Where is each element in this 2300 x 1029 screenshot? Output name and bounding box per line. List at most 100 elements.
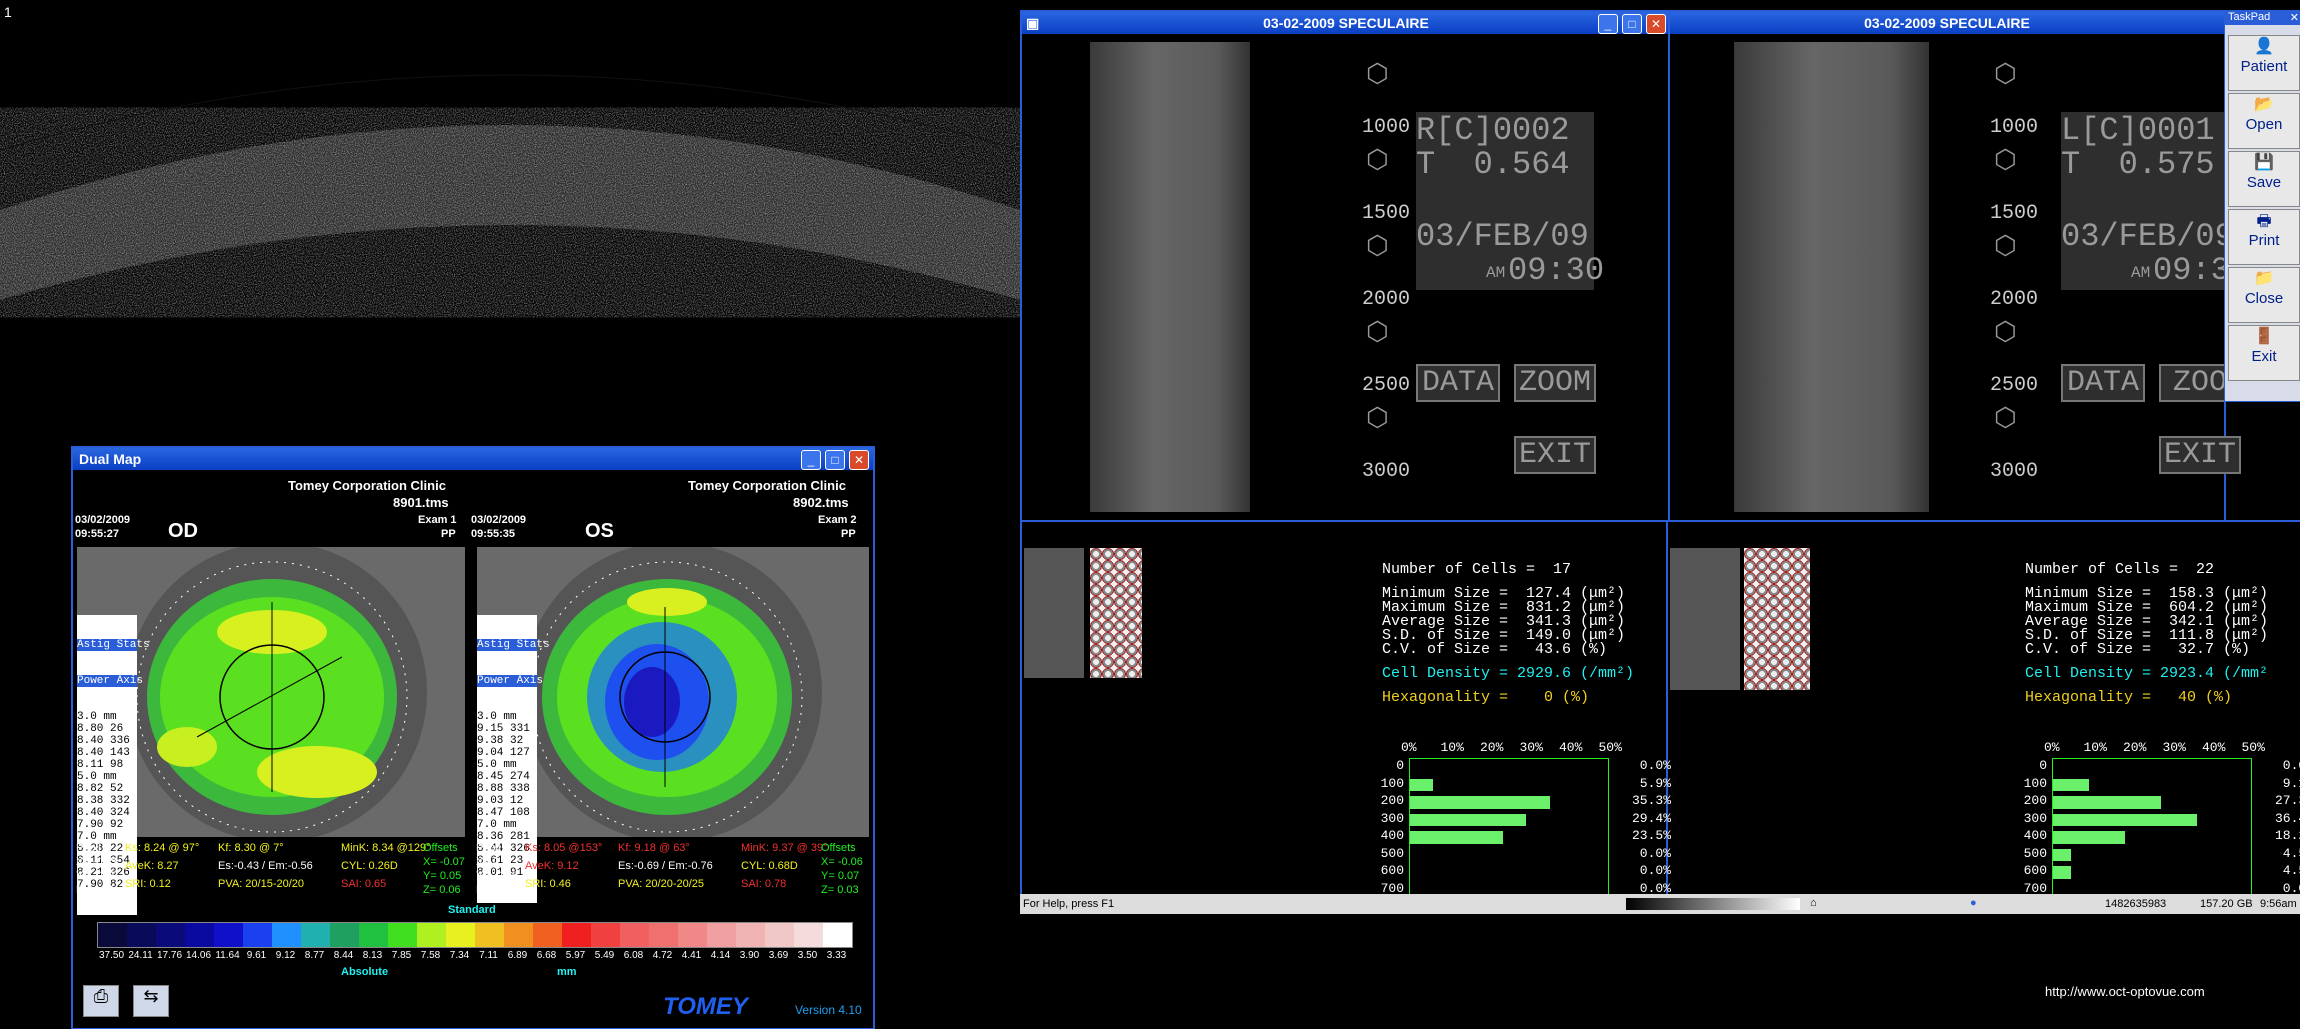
taskpad-button-label: Open: [2245, 116, 2283, 133]
astig-row: 7.90 92: [77, 819, 124, 831]
user-icon: ●: [1970, 897, 1977, 909]
hex-density-label: 1500: [1989, 202, 2038, 225]
pupil-x-right: X= 0.11: [476, 856, 514, 868]
hex-cell-icon: ⬡: [1366, 230, 1389, 260]
export-map-icon[interactable]: ⇆: [133, 985, 169, 1017]
standard-label: Standard: [448, 904, 496, 916]
astig-row: 8.88 338: [477, 783, 530, 795]
pupil-label-left: Pupil: [76, 842, 101, 854]
clinic-name-right: Tomey Corporation Clinic: [688, 478, 846, 493]
offset-y-right: Y= 0.07: [821, 870, 860, 882]
astig-row: 9.03 12: [477, 795, 524, 807]
zoom-button[interactable]: ZOOM: [1514, 364, 1596, 402]
scale-value: 8.44: [333, 950, 354, 961]
scale-value: 7.58: [420, 950, 441, 961]
ks-right: Ks: 8.05 @153°: [525, 842, 603, 854]
taskpad-title: TaskPad: [2225, 11, 2300, 25]
network-icon: ⌂: [1810, 897, 1817, 909]
taskpad-save-button[interactable]: 💾 Save: [2228, 151, 2300, 207]
lcd-ampm: AM: [1486, 264, 1506, 282]
pupil-d-right: D= 3.16: [476, 884, 515, 896]
taskpad-print-button[interactable]: 🖶 Print: [2228, 209, 2300, 265]
exit-button[interactable]: EXIT: [2159, 436, 2241, 474]
status-time: 9:56am: [2260, 898, 2297, 910]
maximize-button[interactable]: □: [825, 450, 845, 470]
scale-swatch: [620, 923, 649, 947]
scale-value: 3.90: [739, 950, 760, 961]
pva-right: PVA: 20/20-20/25: [618, 878, 705, 890]
taskpad-close-icon[interactable]: ✕: [2290, 11, 2299, 24]
exit-button[interactable]: EXIT: [1514, 436, 1596, 474]
offset-x-left: X= -0.07: [423, 856, 465, 868]
taskpad-open-button[interactable]: 📂 Open: [2228, 93, 2300, 149]
scale-swatch: [794, 923, 823, 947]
hist-axis-label: 40%: [1559, 740, 1583, 755]
scale-swatch: [649, 923, 678, 947]
hist-axis-label: 30%: [2162, 740, 2186, 755]
taskpad-button-label: Print: [2248, 232, 2280, 249]
scale-swatch: [475, 923, 504, 947]
hex-density-label: 2500: [1361, 374, 1410, 397]
color-scale-values: 37.50 24.11 17.76 14.06 11.64 9.61 9.12 8.77 8.4…: [97, 950, 851, 961]
offsets-label-right: Offsets: [821, 842, 856, 854]
data-button[interactable]: DATA: [2061, 364, 2145, 402]
version-label: Version 4.10: [795, 1003, 862, 1017]
scale-swatch: [678, 923, 707, 947]
scale-swatch: [591, 923, 620, 947]
taskpad-patient-button[interactable]: 👤 Patient: [2228, 35, 2300, 91]
dual-map-title: Dual Map: [79, 451, 142, 467]
data-button[interactable]: DATA: [1416, 364, 1500, 402]
scale-swatch: [185, 923, 214, 947]
kf-right: Kf: 9.18 @ 63°: [618, 842, 690, 854]
scale-value: 24.11: [128, 950, 153, 961]
print-map-icon[interactable]: ⎙: [83, 985, 119, 1017]
stat-number-of-cells: Number of Cells = 17: [1382, 561, 1572, 578]
hist-bar: [1410, 796, 1550, 809]
close-button[interactable]: ✕: [1646, 14, 1666, 34]
taskpad-close-button[interactable]: 📁 Close: [2228, 267, 2300, 323]
scale-swatch: [736, 923, 765, 947]
save-icon: 💾: [2254, 154, 2274, 171]
status-bar: For Help, press F1 ⌂ ● 1482635983 157.20…: [1020, 894, 2300, 914]
es-left: Es:-0.43 / Em:-0.56: [218, 860, 313, 872]
scale-swatch: [707, 923, 736, 947]
scale-value: 8.77: [304, 950, 325, 961]
scale-value: 7.85: [391, 950, 412, 961]
taskpad: TaskPad ✕ 👤 Patient 📂 Open 💾 Save 🖶 Print 📁 Close…: [2224, 10, 2300, 402]
avek-right: AveK: 9.12: [525, 860, 579, 872]
scale-value: 3.50: [797, 950, 818, 961]
mm-label: mm: [557, 966, 577, 978]
hist-bar: [2053, 796, 2162, 809]
hex-density-label: 2500: [1989, 374, 2038, 397]
taskpad-exit-button[interactable]: 🚪 Exit: [2228, 325, 2300, 381]
sai-left: SAI: 0.65: [341, 878, 387, 890]
eye-label-left: OD: [168, 520, 198, 542]
cell-segmentation-right: [1744, 548, 1810, 690]
hist-bar: [1410, 778, 1434, 791]
hist-axis-label: 0%: [1401, 740, 1417, 755]
status-help-text: For Help, press F1: [1023, 898, 1115, 910]
hex-cell-icon: ⬡: [1366, 316, 1389, 346]
cell-thumb-right: [1670, 548, 1740, 690]
minimize-button[interactable]: _: [1598, 14, 1618, 34]
offsets-label-left: Offsets: [423, 842, 458, 854]
hex-cell-icon: ⬡: [1366, 402, 1389, 432]
specular-titlebar-left: ▣ 03-02-2009 SPECULAIRE: [1022, 12, 1670, 34]
scale-value: 7.11: [479, 950, 498, 961]
astig-stats-title-right: Astig Stats: [477, 639, 550, 651]
pupil-y-left: Y= -0.09: [76, 870, 118, 882]
astig-row: 8.47 108: [477, 807, 530, 819]
scale-value: 17.76: [156, 950, 183, 961]
hist-axis-label: 10%: [2083, 740, 2107, 755]
minimize-button[interactable]: _: [801, 450, 821, 470]
scale-swatch: [417, 923, 446, 947]
close-button[interactable]: ✕: [849, 450, 869, 470]
maximize-button[interactable]: □: [1622, 14, 1642, 34]
scale-swatch: [388, 923, 417, 947]
taskpad-button-label: Exit: [2251, 348, 2277, 365]
exit-icon: 🚪: [2254, 328, 2274, 345]
scale-value: 8.13: [362, 950, 383, 961]
lcd-id: R[C]0002: [1416, 112, 1570, 149]
stat-cv-size: C.V. of Size = 43.6 (%): [1382, 641, 1608, 658]
scale-value: 3.69: [768, 950, 789, 961]
